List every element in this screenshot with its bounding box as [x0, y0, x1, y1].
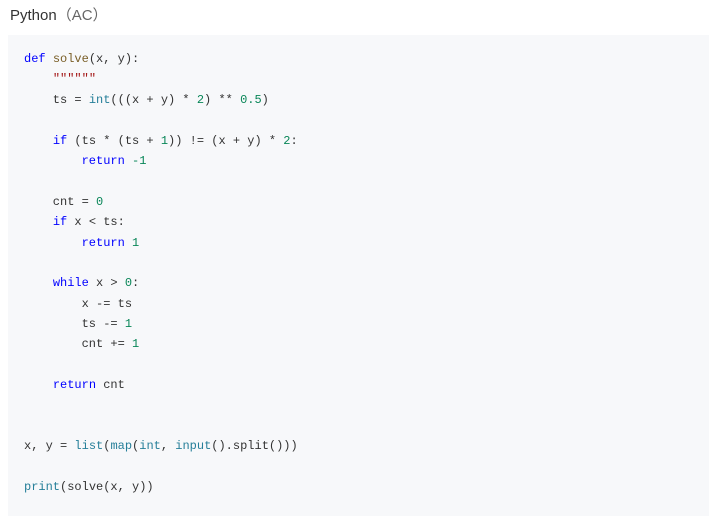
builtin-map: map	[110, 439, 132, 453]
code-text: (((x + y) *	[110, 93, 196, 107]
number: 0.5	[240, 93, 262, 107]
number: 1	[125, 317, 132, 331]
code-text: :	[132, 276, 139, 290]
keyword-if: if	[53, 134, 67, 148]
status-label: （AC）	[57, 7, 108, 24]
keyword-def: def	[24, 52, 46, 66]
code-text: (x, y):	[89, 52, 139, 66]
code-text: ().split()))	[211, 439, 297, 453]
code-text: (solve(x, y))	[60, 480, 154, 494]
keyword-while: while	[53, 276, 89, 290]
number: 2	[197, 93, 204, 107]
language-label: Python	[10, 7, 57, 24]
code-text: ,	[161, 439, 175, 453]
builtin-list: list	[74, 439, 103, 453]
code-header: Python（AC）	[8, 4, 709, 25]
function-name: solve	[53, 52, 89, 66]
number: -1	[132, 154, 146, 168]
code-text: cnt	[96, 378, 125, 392]
builtin-int: int	[89, 93, 111, 107]
code-text: cnt +=	[24, 337, 132, 351]
builtin-input: input	[175, 439, 211, 453]
code-text: ts -=	[24, 317, 125, 331]
code-text: x -= ts	[24, 297, 132, 311]
keyword-return: return	[53, 378, 96, 392]
number: 0	[125, 276, 132, 290]
code-text: ) **	[204, 93, 240, 107]
keyword-return: return	[82, 236, 125, 250]
code-text: x >	[89, 276, 125, 290]
code-text: :	[290, 134, 297, 148]
code-text: )	[262, 93, 269, 107]
number: 1	[132, 236, 139, 250]
keyword-return: return	[82, 154, 125, 168]
builtin-int: int	[139, 439, 161, 453]
code-text: x, y =	[24, 439, 74, 453]
number: 1	[161, 134, 168, 148]
code-text: ts =	[24, 93, 89, 107]
code-block: def solve(x, y): """""" ts = int(((x + y…	[8, 35, 709, 516]
code-text	[125, 154, 132, 168]
number: 0	[96, 195, 103, 209]
code-text: )) != (x + y) *	[168, 134, 283, 148]
code-text: x < ts:	[67, 215, 125, 229]
keyword-if: if	[53, 215, 67, 229]
code-text: cnt =	[24, 195, 96, 209]
number: 1	[132, 337, 139, 351]
code-text	[125, 236, 132, 250]
builtin-print: print	[24, 480, 60, 494]
code-text: (ts * (ts +	[67, 134, 161, 148]
docstring: """"""	[53, 72, 96, 86]
